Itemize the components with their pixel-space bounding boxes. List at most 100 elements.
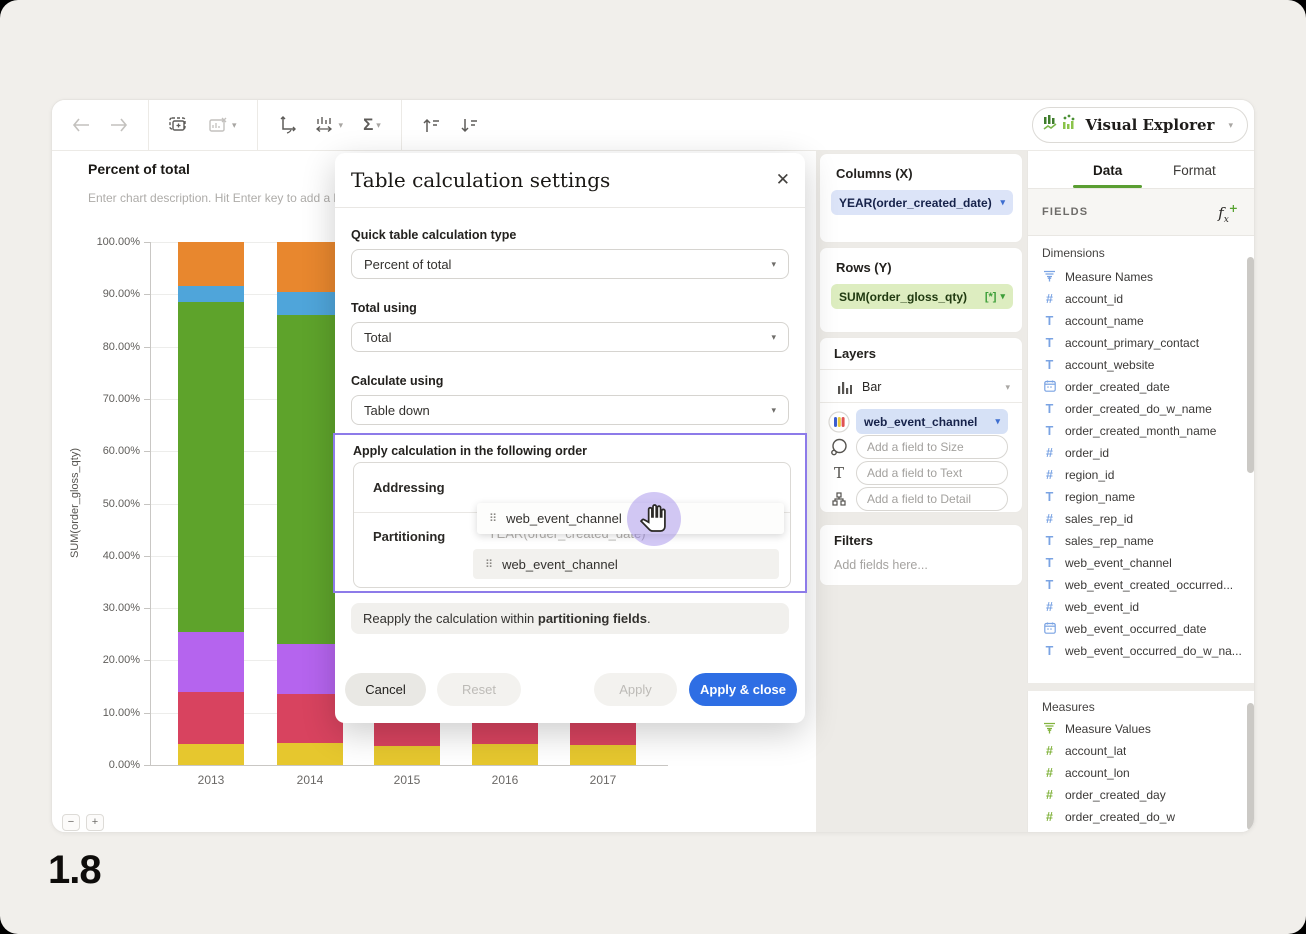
measure-values-field-icon — [1042, 722, 1057, 737]
text-field-icon: T — [1042, 556, 1057, 570]
visual-explorer-selector[interactable]: Visual Explorer ▾ — [1032, 107, 1248, 143]
apply-button[interactable]: Apply — [594, 673, 677, 706]
sigma-aggregate-icon[interactable]: Σ ▾ — [363, 115, 381, 135]
total-using-select[interactable]: Total▾ — [351, 322, 789, 352]
filters-dropzone[interactable]: Add fields here... — [834, 558, 928, 572]
field-item-web-event-occurred-date[interactable]: web_event_occurred_date — [1042, 619, 1242, 639]
text-field-icon: T — [1042, 314, 1057, 328]
back-arrow-icon[interactable] — [72, 118, 90, 132]
apply-order-label: Apply calculation in the following order — [353, 444, 587, 458]
field-item-web-event-channel[interactable]: Tweb_event_channel — [1042, 553, 1242, 573]
zoom-out-button[interactable]: − — [62, 814, 80, 831]
field-item-measure-values[interactable]: Measure Values — [1042, 719, 1242, 739]
quick-calc-type-select[interactable]: Percent of total▾ — [351, 249, 789, 279]
field-item-region-name[interactable]: Tregion_name — [1042, 487, 1242, 507]
field-item-order-created-do-w[interactable]: #order_created_do_w — [1042, 807, 1242, 827]
asterisk-badge: [*] — [985, 291, 997, 303]
field-item-order-created-do-w-name[interactable]: Torder_created_do_w_name — [1042, 399, 1242, 419]
field-item-order-id[interactable]: #order_id — [1042, 443, 1242, 463]
bar-2013-segment-2[interactable] — [178, 692, 244, 744]
tab-format[interactable]: Format — [1173, 163, 1216, 178]
field-item-sales-rep-name[interactable]: Tsales_rep_name — [1042, 531, 1242, 551]
number-field-icon: # — [1042, 446, 1057, 460]
tab-data[interactable]: Data — [1093, 163, 1122, 178]
bar-2014-segment-6[interactable] — [277, 242, 343, 292]
field-item-account-id[interactable]: #account_id — [1042, 289, 1242, 309]
bar-2014-segment-3[interactable] — [277, 644, 343, 695]
field-name: account_name — [1065, 314, 1144, 328]
bar-2013-segment-6[interactable] — [178, 242, 244, 286]
field-item-account-primary-contact[interactable]: Taccount_primary_contact — [1042, 333, 1242, 353]
measures-scrollbar[interactable] — [1247, 703, 1254, 830]
reset-button[interactable]: Reset — [437, 673, 521, 706]
duplicate-element-icon[interactable] — [169, 117, 189, 133]
field-item-web-event-id[interactable]: #web_event_id — [1042, 597, 1242, 617]
add-calculated-field-button[interactable]: fx+ — [1218, 202, 1238, 225]
field-name: account_lat — [1065, 744, 1126, 758]
measure-names-field-icon — [1042, 270, 1057, 285]
field-item-account-lat[interactable]: #account_lat — [1042, 741, 1242, 761]
bar-resize-icon[interactable]: ▾ — [316, 117, 344, 134]
columns-shelf-label: Columns (X) — [836, 166, 913, 181]
bar-2016-segment-1[interactable] — [472, 744, 538, 765]
rows-field-pill[interactable]: SUM(order_gloss_qty) [*] ▾ — [831, 284, 1013, 309]
bar-2015-segment-1[interactable] — [374, 746, 440, 765]
calculate-using-select[interactable]: Table down▾ — [351, 395, 789, 425]
swap-axes-icon[interactable] — [278, 116, 296, 134]
delete-element-icon[interactable]: ▾ — [209, 117, 237, 133]
sort-ascending-icon[interactable] — [422, 118, 440, 133]
field-item-web-event-created-occurred-[interactable]: Tweb_event_created_occurred... — [1042, 575, 1242, 595]
sort-descending-icon[interactable] — [460, 118, 478, 133]
field-item-order-created-date[interactable]: order_created_date — [1042, 377, 1242, 397]
zoom-in-button[interactable]: + — [86, 814, 104, 831]
dimensions-scrollbar[interactable] — [1247, 257, 1254, 473]
bar-2014-segment-5[interactable] — [277, 292, 343, 315]
bar-2013-segment-5[interactable] — [178, 286, 244, 302]
bar-2013-segment-4[interactable] — [178, 302, 244, 631]
close-icon[interactable]: ✕ — [776, 170, 790, 190]
color-field-pill[interactable]: web_event_channel ▾ — [856, 409, 1008, 434]
field-name: order_created_do_w — [1065, 810, 1175, 824]
chevron-down-icon: ▾ — [376, 120, 381, 131]
field-item-web-event-occurred-do-w-na-[interactable]: Tweb_event_occurred_do_w_na... — [1042, 641, 1242, 661]
field-item-order-created-day[interactable]: #order_created_day — [1042, 785, 1242, 805]
columns-field-pill[interactable]: YEAR(order_created_date) ▾ — [831, 190, 1013, 215]
drag-handle-icon[interactable]: ⠿ — [485, 558, 492, 571]
visual-explorer-icon — [1043, 113, 1077, 138]
bar-2014-segment-1[interactable] — [277, 743, 343, 765]
field-item-account-lon[interactable]: #account_lon — [1042, 763, 1242, 783]
bar-2014-segment-2[interactable] — [277, 694, 343, 742]
field-item-order-created-month-name[interactable]: Torder_created_month_name — [1042, 421, 1242, 441]
field-item-partial[interactable]: # — [1042, 829, 1242, 833]
text-field-icon: T — [1042, 534, 1057, 548]
color-encoding-icon[interactable] — [828, 411, 850, 433]
field-name: web_event_created_occurred... — [1065, 578, 1233, 592]
field-item-account-website[interactable]: Taccount_website — [1042, 355, 1242, 375]
bar-2017-segment-1[interactable] — [570, 745, 636, 765]
detail-field-dropzone[interactable]: Add a field to Detail — [856, 487, 1008, 511]
chevron-down-icon: ▾ — [1000, 197, 1005, 208]
number-field-icon: # — [1042, 468, 1057, 482]
bar-2013-segment-1[interactable] — [178, 744, 244, 765]
size-field-dropzone[interactable]: Add a field to Size — [856, 435, 1008, 459]
field-item-measure-names[interactable]: Measure Names — [1042, 267, 1242, 287]
chart-title[interactable]: Percent of total — [88, 161, 190, 177]
text-field-dropzone[interactable]: Add a field to Text — [856, 461, 1008, 485]
bar-2013-segment-3[interactable] — [178, 632, 244, 692]
drag-handle-icon[interactable]: ⠿ — [489, 512, 496, 525]
text-field-icon: T — [1042, 644, 1057, 658]
field-name: Measure Names — [1065, 270, 1153, 284]
chart-description-placeholder[interactable]: Enter chart description. Hit Enter key t… — [88, 191, 339, 205]
chevron-down-icon: ▾ — [1000, 291, 1005, 302]
field-item-account-name[interactable]: Taccount_name — [1042, 311, 1242, 331]
field-name: order_created_day — [1065, 788, 1166, 802]
cancel-button[interactable]: Cancel — [345, 673, 426, 706]
mark-type-selector[interactable]: Bar ▾ — [834, 375, 1010, 399]
partitioning-field-chip[interactable]: ⠿ web_event_channel — [473, 549, 779, 579]
chevron-down-icon: ▾ — [995, 416, 1000, 427]
field-item-region-id[interactable]: #region_id — [1042, 465, 1242, 485]
apply-and-close-button[interactable]: Apply & close — [689, 673, 797, 706]
field-item-sales-rep-id[interactable]: #sales_rep_id — [1042, 509, 1242, 529]
rows-shelf: Rows (Y) SUM(order_gloss_qty) [*] ▾ — [819, 247, 1023, 333]
forward-arrow-icon[interactable] — [110, 118, 128, 132]
